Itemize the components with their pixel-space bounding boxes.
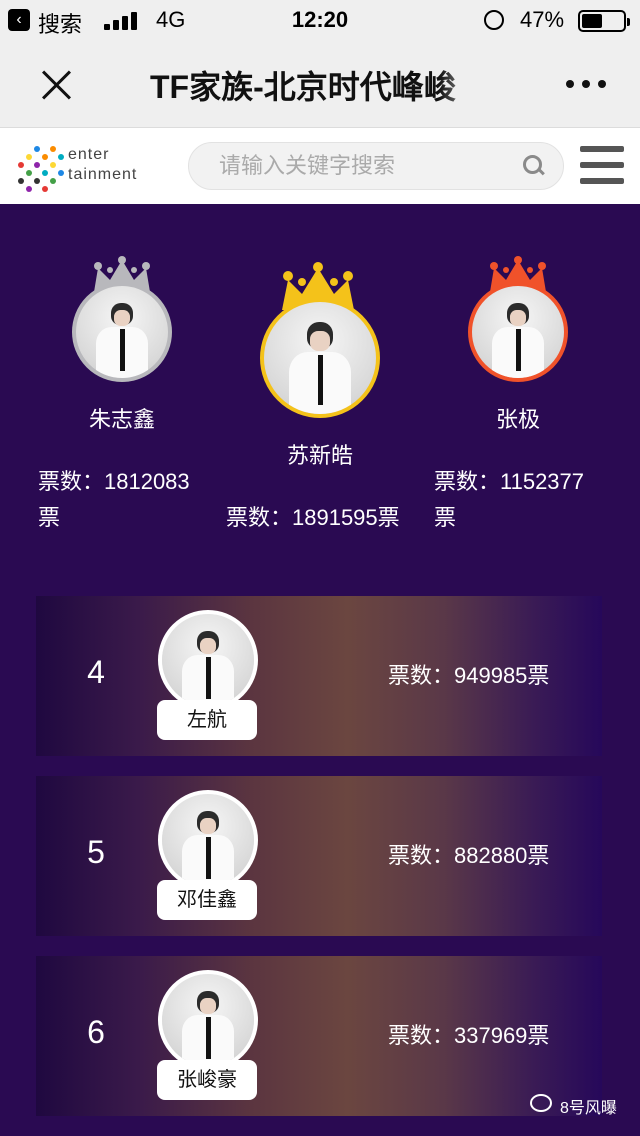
avatar-first-place[interactable] — [260, 298, 380, 418]
ranking-row[interactable]: 6 张峻豪 票数：337969票 — [36, 956, 602, 1116]
avatar[interactable] — [158, 790, 258, 890]
avatar-third-place[interactable] — [468, 282, 568, 382]
candidate-name: 邓佳鑫 — [157, 880, 257, 920]
search-bar[interactable] — [188, 142, 564, 190]
first-place-name: 苏新皓 — [286, 443, 353, 468]
rank-number: 5 — [87, 834, 105, 870]
close-icon[interactable] — [40, 68, 72, 100]
status-bar: ‹ 搜索 4G 12:20 47% — [0, 0, 640, 40]
rotation-lock-icon — [484, 10, 504, 30]
vote-count: 票数：882880票 — [388, 843, 550, 868]
site-header: enter tainment — [0, 128, 640, 204]
vote-count: 票数：949985票 — [388, 663, 550, 688]
rank-number: 4 — [87, 654, 105, 690]
candidate-name: 左航 — [157, 700, 257, 740]
first-place-votes: 票数：1891595票 — [226, 505, 400, 530]
avatar[interactable] — [158, 610, 258, 710]
logo-dots-icon — [18, 144, 66, 192]
page-title: TF家族-北京时代峰峻 — [150, 69, 456, 105]
vote-count: 票数：337969票 — [388, 1023, 550, 1048]
second-place-votes: 票数：1812083 票 — [38, 469, 190, 530]
more-options-icon[interactable] — [566, 80, 606, 88]
battery-icon — [578, 10, 630, 32]
top-three-podium: 朱志鑫 票数：1812083 票 苏新皓 票数：1891595票 张极 票数：1… — [0, 204, 640, 584]
third-place-name: 张极 — [495, 407, 540, 432]
rank-number: 6 — [87, 1014, 105, 1050]
search-input[interactable] — [219, 151, 509, 181]
ranking-row[interactable]: 5 邓佳鑫 票数：882880票 — [36, 776, 602, 936]
wechat-icon — [530, 1094, 552, 1112]
webview-nav-bar: TF家族-北京时代峰峻 — [0, 40, 640, 128]
third-place-votes: 票数：1152377 票 — [434, 469, 585, 530]
ranking-row[interactable]: 4 左航 票数：949985票 — [36, 596, 602, 756]
menu-icon[interactable] — [580, 146, 624, 184]
avatar[interactable] — [158, 970, 258, 1070]
logo-text-line1: enter — [68, 146, 110, 163]
search-icon[interactable] — [523, 155, 545, 177]
entertainment-logo[interactable]: enter tainment — [16, 140, 148, 194]
candidate-name: 张峻豪 — [157, 1060, 257, 1100]
second-place-name: 朱志鑫 — [88, 407, 155, 432]
battery-percentage: 47% — [520, 7, 565, 32]
avatar-second-place[interactable] — [72, 282, 172, 382]
logo-text-line2: tainment — [68, 166, 138, 183]
